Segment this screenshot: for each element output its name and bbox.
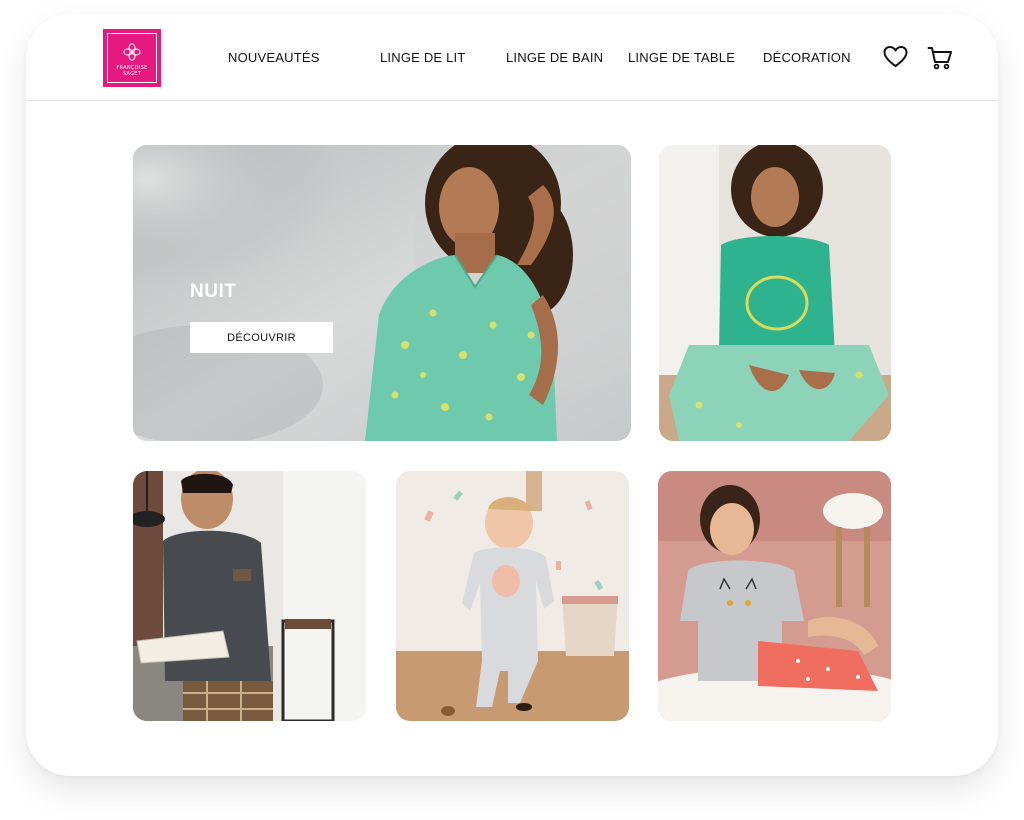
hero-banner-nuit[interactable]: NUIT DÉCOUVRIR (133, 145, 631, 441)
baby-pyjama-photo (396, 471, 629, 721)
tile-men-pyjama[interactable] (133, 471, 366, 721)
tile-girl-pyjama[interactable] (658, 471, 891, 721)
logo-text-line-2: SAGET (122, 70, 142, 77)
tile-baby-pyjama[interactable] (396, 471, 629, 721)
hero-title: NUIT (190, 281, 237, 302)
flower-logo-icon (123, 42, 141, 61)
nav-item-linge-de-lit[interactable]: LINGE DE LIT (380, 50, 465, 65)
man-pyjama-photo (133, 471, 366, 721)
woman-sitting-pyjama-photo (659, 145, 891, 441)
nav-item-nouveautes[interactable]: NOUVEAUTÉS (228, 50, 320, 65)
cart-button[interactable] (927, 45, 953, 76)
brand-logo[interactable]: FRANÇOISE SAGET (103, 29, 161, 87)
page-card: FRANÇOISE SAGET NOUVEAUTÉS LINGE DE LIT … (26, 14, 998, 776)
heart-icon (883, 46, 908, 67)
nav-item-linge-de-bain[interactable]: LINGE DE BAIN (506, 50, 603, 65)
nav-item-decoration[interactable]: DÉCORATION (763, 50, 851, 65)
tile-women-pyjama[interactable] (659, 145, 891, 441)
discover-button[interactable]: DÉCOUVRIR (190, 322, 333, 353)
site-header: FRANÇOISE SAGET NOUVEAUTÉS LINGE DE LIT … (26, 14, 998, 101)
girl-pyjama-photo (658, 471, 891, 721)
cart-icon (927, 47, 952, 70)
nav-item-linge-de-table[interactable]: LINGE DE TABLE (628, 50, 735, 65)
wishlist-button[interactable] (883, 45, 908, 74)
